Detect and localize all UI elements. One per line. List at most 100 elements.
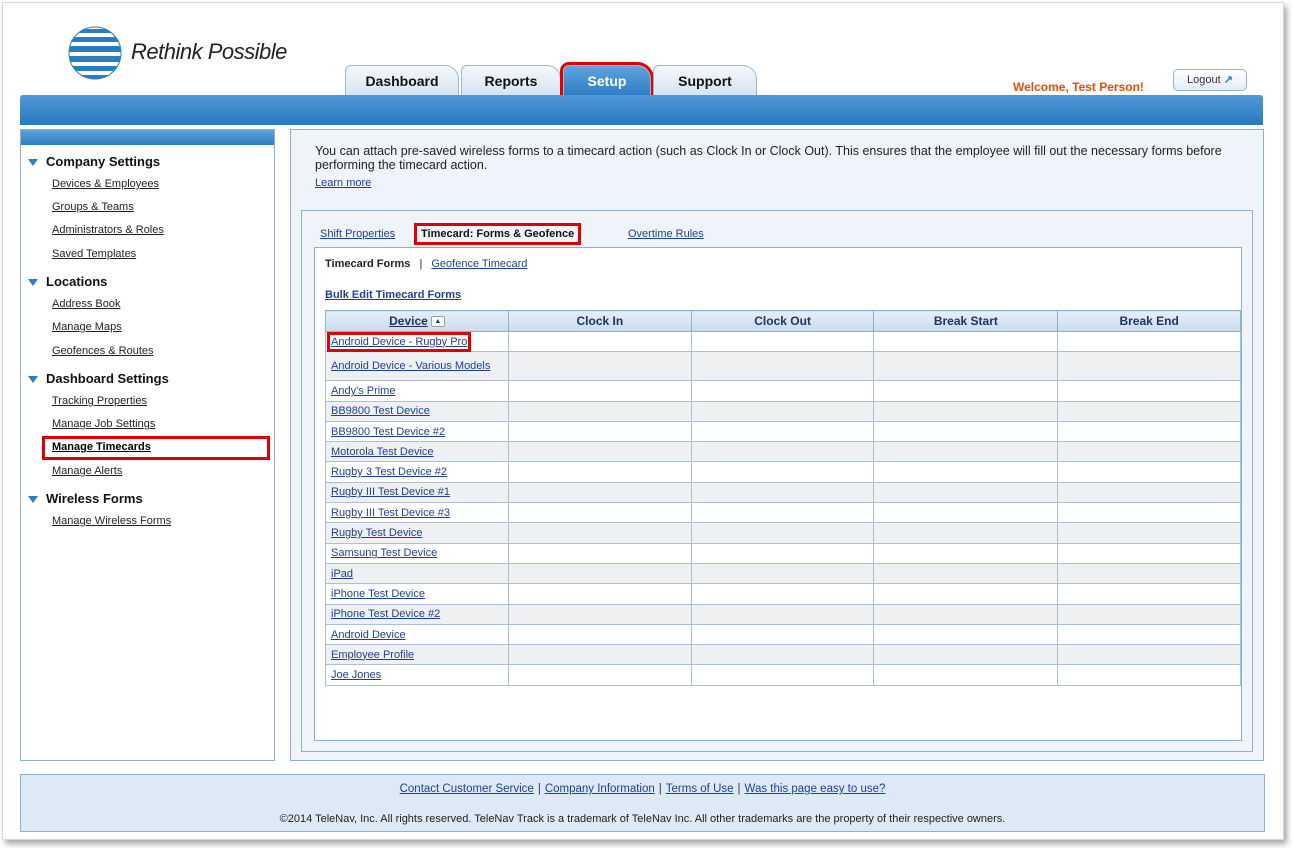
sidebar-item-manage-wireless-forms[interactable]: Manage Wireless Forms <box>52 515 171 527</box>
clock-out-cell[interactable] <box>690 664 875 686</box>
sort-ascending-icon[interactable]: ▲ <box>430 316 445 328</box>
clock-in-cell[interactable] <box>507 400 692 422</box>
clock-in-cell[interactable] <box>507 502 692 524</box>
break-end-cell[interactable] <box>1057 420 1241 443</box>
device-link[interactable]: Android Device <box>331 629 406 641</box>
sidebar-item-geofences-routes[interactable]: Geofences & Routes <box>52 345 154 357</box>
sidebar-item-saved-templates[interactable]: Saved Templates <box>52 248 136 260</box>
break-start-cell[interactable] <box>873 502 1059 524</box>
tab-dashboard[interactable]: Dashboard <box>345 65 459 95</box>
device-link[interactable]: BB9800 Test Device <box>331 405 430 417</box>
clock-out-cell[interactable] <box>690 400 875 422</box>
clock-out-cell[interactable] <box>690 502 875 524</box>
break-start-cell[interactable] <box>873 603 1059 625</box>
learn-more-link[interactable]: Learn more <box>315 177 371 189</box>
tab-support[interactable]: Support <box>653 65 757 95</box>
break-start-cell[interactable] <box>873 441 1059 463</box>
clock-in-cell[interactable] <box>507 542 692 564</box>
clock-in-cell[interactable] <box>507 562 692 585</box>
sidebar-section-dashboard-settings[interactable]: Dashboard Settings <box>28 371 169 386</box>
clock-out-cell[interactable] <box>690 603 875 625</box>
clock-in-cell[interactable] <box>507 664 692 686</box>
clock-out-cell[interactable] <box>690 542 875 564</box>
logout-button[interactable]: Logout ↗ <box>1173 69 1247 91</box>
device-link[interactable]: Rugby Test Device <box>331 527 423 539</box>
device-link[interactable]: Motorola Test Device <box>331 446 434 458</box>
break-end-cell[interactable] <box>1057 562 1241 585</box>
break-start-cell[interactable] <box>873 623 1059 646</box>
clock-out-cell[interactable] <box>690 351 875 382</box>
subtab-overtime-rules[interactable]: Overtime Rules <box>628 228 704 240</box>
tab-timecard-forms[interactable]: Timecard Forms <box>325 258 410 270</box>
device-link[interactable]: Andy's Prime <box>331 385 395 397</box>
break-start-cell[interactable] <box>873 542 1059 564</box>
break-start-cell[interactable] <box>873 400 1059 422</box>
break-start-cell[interactable] <box>873 522 1059 544</box>
clock-out-cell[interactable] <box>690 330 875 353</box>
clock-out-cell[interactable] <box>690 522 875 544</box>
col-device[interactable]: Device ▲ <box>325 310 509 332</box>
break-end-cell[interactable] <box>1057 481 1241 504</box>
break-end-cell[interactable] <box>1057 502 1241 524</box>
clock-out-cell[interactable] <box>690 441 875 463</box>
bulk-edit-link[interactable]: Bulk Edit Timecard Forms <box>325 289 461 301</box>
break-end-cell[interactable] <box>1057 380 1241 402</box>
subtab-timecard-forms-geofence[interactable]: Timecard: Forms & Geofence <box>414 223 582 245</box>
tab-reports[interactable]: Reports <box>461 65 561 95</box>
device-link[interactable]: Joe Jones <box>331 669 381 681</box>
break-start-cell[interactable] <box>873 664 1059 686</box>
sidebar-item-manage-maps[interactable]: Manage Maps <box>52 321 122 333</box>
clock-in-cell[interactable] <box>507 380 692 402</box>
sidebar-section-company-settings[interactable]: Company Settings <box>28 154 160 169</box>
clock-in-cell[interactable] <box>507 351 692 382</box>
break-start-cell[interactable] <box>873 351 1059 382</box>
sidebar-item-tracking-properties[interactable]: Tracking Properties <box>52 395 147 407</box>
clock-out-cell[interactable] <box>690 380 875 402</box>
clock-out-cell[interactable] <box>690 623 875 646</box>
break-end-cell[interactable] <box>1057 644 1241 666</box>
device-link[interactable]: Samsung Test Device <box>331 547 437 559</box>
clock-in-cell[interactable] <box>507 623 692 646</box>
device-link[interactable]: Rugby III Test Device #3 <box>331 507 450 519</box>
device-link[interactable]: Rugby 3 Test Device #2 <box>331 466 447 478</box>
device-link[interactable]: iPhone Test Device #2 <box>331 608 440 620</box>
break-end-cell[interactable] <box>1057 400 1241 422</box>
break-end-cell[interactable] <box>1057 330 1241 353</box>
device-link[interactable]: Employee Profile <box>331 649 414 661</box>
device-link[interactable]: iPad <box>331 568 353 580</box>
break-start-cell[interactable] <box>873 644 1059 666</box>
break-end-cell[interactable] <box>1057 603 1241 625</box>
footer-link-contact[interactable]: Contact Customer Service <box>400 783 534 795</box>
sidebar-item-address-book[interactable]: Address Book <box>52 298 120 310</box>
subtab-shift-properties[interactable]: Shift Properties <box>320 228 395 240</box>
clock-out-cell[interactable] <box>690 644 875 666</box>
break-start-cell[interactable] <box>873 380 1059 402</box>
break-end-cell[interactable] <box>1057 664 1241 686</box>
sidebar-item-manage-timecards[interactable]: Manage Timecards <box>52 441 151 453</box>
clock-in-cell[interactable] <box>507 583 692 605</box>
sidebar-item-devices-employees[interactable]: Devices & Employees <box>52 178 159 190</box>
break-end-cell[interactable] <box>1057 542 1241 564</box>
sidebar-item-administrators-roles[interactable]: Administrators & Roles <box>52 224 164 236</box>
device-link[interactable]: Rugby III Test Device #1 <box>331 486 450 498</box>
break-end-cell[interactable] <box>1057 351 1241 382</box>
sidebar-section-locations[interactable]: Locations <box>28 274 107 289</box>
break-start-cell[interactable] <box>873 562 1059 585</box>
break-end-cell[interactable] <box>1057 583 1241 605</box>
clock-out-cell[interactable] <box>690 583 875 605</box>
clock-out-cell[interactable] <box>690 562 875 585</box>
clock-in-cell[interactable] <box>507 441 692 463</box>
clock-in-cell[interactable] <box>507 481 692 504</box>
break-start-cell[interactable] <box>873 481 1059 504</box>
device-link[interactable]: iPhone Test Device <box>331 588 425 600</box>
footer-link-terms[interactable]: Terms of Use <box>666 783 734 795</box>
device-link[interactable]: Android Device - Rugby Pro <box>326 331 472 352</box>
clock-in-cell[interactable] <box>507 522 692 544</box>
clock-out-cell[interactable] <box>690 420 875 443</box>
clock-in-cell[interactable] <box>507 330 692 353</box>
sidebar-section-wireless-forms[interactable]: Wireless Forms <box>28 491 143 506</box>
device-link[interactable]: Android Device - Various Models <box>331 361 496 372</box>
sidebar-item-groups-teams[interactable]: Groups & Teams <box>52 201 134 213</box>
break-start-cell[interactable] <box>873 330 1059 353</box>
tab-setup[interactable]: Setup <box>560 62 654 98</box>
